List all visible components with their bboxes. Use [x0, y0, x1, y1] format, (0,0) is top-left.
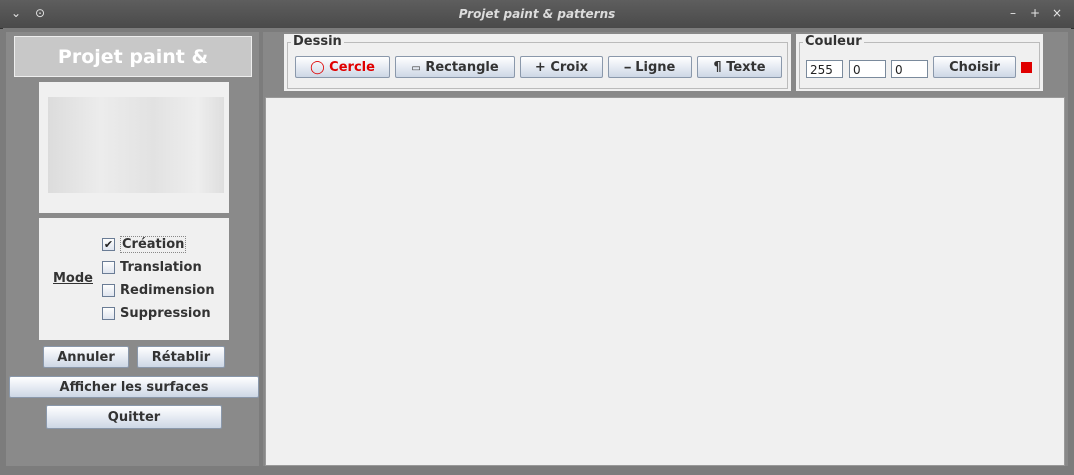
mode-label: Mode: [53, 271, 93, 286]
cross-icon: +: [534, 60, 546, 75]
mode-translation-checkbox[interactable]: Translation: [102, 258, 202, 276]
checkbox-icon: [102, 306, 115, 320]
drawing-canvas[interactable]: [265, 97, 1065, 466]
preview-image: [48, 97, 224, 193]
mode-creation-checkbox[interactable]: ✔ Création: [102, 235, 187, 253]
choose-color-button[interactable]: Choisir: [933, 56, 1016, 78]
ligne-button[interactable]: ━ Ligne: [608, 56, 692, 78]
redo-button[interactable]: Rétablir: [137, 346, 225, 368]
couleur-group-label: Couleur: [803, 34, 864, 49]
mode-suppression-label: Suppression: [120, 305, 211, 321]
mode-panel: Mode ✔ Création Translation Redimension …: [39, 218, 229, 340]
checkbox-icon: [102, 260, 115, 274]
red-value-field[interactable]: 255: [806, 60, 843, 78]
minimize-icon[interactable]: –: [1005, 5, 1021, 21]
mode-creation-label: Création: [120, 235, 187, 253]
texte-label: Texte: [726, 60, 766, 75]
line-icon: ━: [624, 63, 631, 74]
checkbox-icon: [102, 283, 115, 297]
cercle-button[interactable]: ◯ Cercle: [295, 56, 390, 78]
mode-redimension-checkbox[interactable]: Redimension: [102, 281, 215, 299]
color-swatch: [1021, 62, 1032, 73]
croix-button[interactable]: + Croix: [520, 56, 603, 78]
rectangle-button[interactable]: ▭ Rectangle: [395, 56, 515, 78]
show-surfaces-button[interactable]: Afficher les surfaces: [9, 376, 259, 398]
quit-button[interactable]: Quitter: [46, 405, 222, 429]
croix-label: Croix: [550, 60, 589, 75]
mode-redimension-label: Redimension: [120, 282, 215, 298]
mode-suppression-checkbox[interactable]: Suppression: [102, 304, 211, 322]
ligne-label: Ligne: [635, 60, 676, 75]
window-title: Projet paint & patterns: [458, 7, 616, 21]
close-icon[interactable]: ×: [1049, 5, 1065, 21]
circle-icon: ◯: [310, 60, 325, 75]
checkbox-checked-icon: ✔: [102, 237, 115, 251]
preview-panel: [39, 82, 229, 213]
green-value-field[interactable]: 0: [849, 60, 886, 78]
dessin-group-label: Dessin: [291, 34, 344, 49]
rectangle-icon: ▭: [411, 63, 421, 74]
mode-translation-label: Translation: [120, 259, 202, 275]
texte-button[interactable]: ¶ Texte: [697, 56, 782, 78]
undo-button[interactable]: Annuler: [43, 346, 129, 368]
maximize-icon[interactable]: +: [1027, 5, 1043, 21]
blue-value-field[interactable]: 0: [891, 60, 928, 78]
app-title: Projet paint & patterns: [14, 36, 252, 108]
cercle-label: Cercle: [329, 60, 375, 75]
pilcrow-icon: ¶: [713, 60, 722, 75]
rectangle-label: Rectangle: [425, 60, 499, 75]
window-titlebar: ⌄ ⊙ Projet paint & patterns – + ×: [0, 0, 1074, 29]
